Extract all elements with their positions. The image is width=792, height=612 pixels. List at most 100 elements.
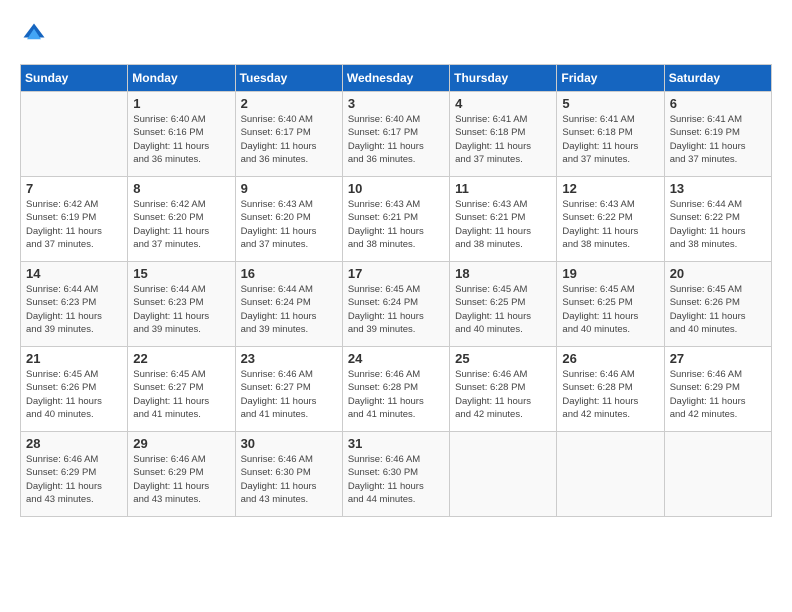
calendar-cell: 28 Sunrise: 6:46 AMSunset: 6:29 PMDayligh…: [21, 432, 128, 517]
day-number: 2: [241, 96, 337, 111]
calendar-week-4: 21 Sunrise: 6:45 AMSunset: 6:26 PMDayligh…: [21, 347, 772, 432]
day-info: Sunrise: 6:44 AMSunset: 6:23 PMDaylight:…: [26, 283, 122, 336]
day-info: Sunrise: 6:42 AMSunset: 6:20 PMDaylight:…: [133, 198, 229, 251]
day-info: Sunrise: 6:46 AMSunset: 6:29 PMDaylight:…: [133, 453, 229, 506]
column-header-sunday: Sunday: [21, 65, 128, 92]
day-info: Sunrise: 6:46 AMSunset: 6:30 PMDaylight:…: [241, 453, 337, 506]
day-number: 19: [562, 266, 658, 281]
day-info: Sunrise: 6:43 AMSunset: 6:21 PMDaylight:…: [348, 198, 444, 251]
day-number: 25: [455, 351, 551, 366]
day-number: 13: [670, 181, 766, 196]
day-info: Sunrise: 6:46 AMSunset: 6:27 PMDaylight:…: [241, 368, 337, 421]
column-header-tuesday: Tuesday: [235, 65, 342, 92]
calendar-cell: 12 Sunrise: 6:43 AMSunset: 6:22 PMDayligh…: [557, 177, 664, 262]
column-header-wednesday: Wednesday: [342, 65, 449, 92]
day-number: 4: [455, 96, 551, 111]
calendar-cell: 31Sunrise: 6:46 AMSunset: 6:30 PMDayligh…: [342, 432, 449, 517]
calendar-cell: 10 Sunrise: 6:43 AMSunset: 6:21 PMDayligh…: [342, 177, 449, 262]
calendar-cell: [21, 92, 128, 177]
calendar-cell: 2 Sunrise: 6:40 AMSunset: 6:17 PMDaylight…: [235, 92, 342, 177]
calendar-cell: 5Sunrise: 6:41 AMSunset: 6:18 PMDaylight…: [557, 92, 664, 177]
calendar-cell: 11 Sunrise: 6:43 AMSunset: 6:21 PMDayligh…: [450, 177, 557, 262]
day-number: 12: [562, 181, 658, 196]
day-info: Sunrise: 6:46 AMSunset: 6:28 PMDaylight:…: [455, 368, 551, 421]
calendar-cell: 4 Sunrise: 6:41 AMSunset: 6:18 PMDaylight…: [450, 92, 557, 177]
page-header: [20, 20, 772, 48]
calendar-cell: 21 Sunrise: 6:45 AMSunset: 6:26 PMDayligh…: [21, 347, 128, 432]
calendar-cell: 13 Sunrise: 6:44 AMSunset: 6:22 PMDayligh…: [664, 177, 771, 262]
logo: [20, 20, 52, 48]
day-info: Sunrise: 6:44 AMSunset: 6:22 PMDaylight:…: [670, 198, 766, 251]
calendar-cell: 24Sunrise: 6:46 AMSunset: 6:28 PMDayligh…: [342, 347, 449, 432]
calendar-cell: 17 Sunrise: 6:45 AMSunset: 6:24 PMDayligh…: [342, 262, 449, 347]
calendar-cell: 19 Sunrise: 6:45 AMSunset: 6:25 PMDayligh…: [557, 262, 664, 347]
day-info: Sunrise: 6:45 AMSunset: 6:25 PMDaylight:…: [562, 283, 658, 336]
column-header-monday: Monday: [128, 65, 235, 92]
calendar-week-3: 14 Sunrise: 6:44 AMSunset: 6:23 PMDayligh…: [21, 262, 772, 347]
day-info: Sunrise: 6:40 AMSunset: 6:16 PMDaylight:…: [133, 113, 229, 166]
calendar-cell: 14 Sunrise: 6:44 AMSunset: 6:23 PMDayligh…: [21, 262, 128, 347]
day-number: 26: [562, 351, 658, 366]
day-info: Sunrise: 6:45 AMSunset: 6:24 PMDaylight:…: [348, 283, 444, 336]
calendar-cell: 1 Sunrise: 6:40 AMSunset: 6:16 PMDaylight…: [128, 92, 235, 177]
day-number: 27: [670, 351, 766, 366]
day-number: 9: [241, 181, 337, 196]
day-info: Sunrise: 6:41 AMSunset: 6:18 PMDaylight:…: [455, 113, 551, 166]
day-info: Sunrise: 6:44 AMSunset: 6:24 PMDaylight:…: [241, 283, 337, 336]
day-number: 11: [455, 181, 551, 196]
day-number: 16: [241, 266, 337, 281]
calendar-cell: 6 Sunrise: 6:41 AMSunset: 6:19 PMDaylight…: [664, 92, 771, 177]
day-info: Sunrise: 6:45 AMSunset: 6:26 PMDaylight:…: [26, 368, 122, 421]
calendar-cell: 22 Sunrise: 6:45 AMSunset: 6:27 PMDayligh…: [128, 347, 235, 432]
day-number: 1: [133, 96, 229, 111]
day-info: Sunrise: 6:40 AMSunset: 6:17 PMDaylight:…: [348, 113, 444, 166]
calendar-cell: [557, 432, 664, 517]
day-info: Sunrise: 6:46 AMSunset: 6:28 PMDaylight:…: [348, 368, 444, 421]
day-number: 10: [348, 181, 444, 196]
day-number: 6: [670, 96, 766, 111]
calendar-cell: 8 Sunrise: 6:42 AMSunset: 6:20 PMDaylight…: [128, 177, 235, 262]
day-number: 22: [133, 351, 229, 366]
day-number: 23: [241, 351, 337, 366]
day-number: 8: [133, 181, 229, 196]
day-info: Sunrise: 6:44 AMSunset: 6:23 PMDaylight:…: [133, 283, 229, 336]
column-header-thursday: Thursday: [450, 65, 557, 92]
day-number: 14: [26, 266, 122, 281]
day-info: Sunrise: 6:40 AMSunset: 6:17 PMDaylight:…: [241, 113, 337, 166]
calendar-week-1: 1 Sunrise: 6:40 AMSunset: 6:16 PMDaylight…: [21, 92, 772, 177]
day-number: 17: [348, 266, 444, 281]
day-info: Sunrise: 6:42 AMSunset: 6:19 PMDaylight:…: [26, 198, 122, 251]
day-number: 5: [562, 96, 658, 111]
calendar-header-row: SundayMondayTuesdayWednesdayThursdayFrid…: [21, 65, 772, 92]
calendar-cell: 9Sunrise: 6:43 AMSunset: 6:20 PMDaylight…: [235, 177, 342, 262]
day-info: Sunrise: 6:46 AMSunset: 6:29 PMDaylight:…: [670, 368, 766, 421]
day-info: Sunrise: 6:46 AMSunset: 6:30 PMDaylight:…: [348, 453, 444, 506]
day-number: 21: [26, 351, 122, 366]
day-number: 18: [455, 266, 551, 281]
day-info: Sunrise: 6:46 AMSunset: 6:29 PMDaylight:…: [26, 453, 122, 506]
calendar-week-5: 28 Sunrise: 6:46 AMSunset: 6:29 PMDayligh…: [21, 432, 772, 517]
day-number: 7: [26, 181, 122, 196]
day-info: Sunrise: 6:41 AMSunset: 6:19 PMDaylight:…: [670, 113, 766, 166]
calendar-cell: 26Sunrise: 6:46 AMSunset: 6:28 PMDayligh…: [557, 347, 664, 432]
column-header-saturday: Saturday: [664, 65, 771, 92]
calendar-cell: [450, 432, 557, 517]
day-number: 28: [26, 436, 122, 451]
day-info: Sunrise: 6:45 AMSunset: 6:27 PMDaylight:…: [133, 368, 229, 421]
day-number: 15: [133, 266, 229, 281]
calendar-cell: [664, 432, 771, 517]
day-info: Sunrise: 6:43 AMSunset: 6:22 PMDaylight:…: [562, 198, 658, 251]
calendar-cell: 20Sunrise: 6:45 AMSunset: 6:26 PMDayligh…: [664, 262, 771, 347]
logo-icon: [20, 20, 48, 48]
day-number: 30: [241, 436, 337, 451]
calendar-cell: 23 Sunrise: 6:46 AMSunset: 6:27 PMDayligh…: [235, 347, 342, 432]
calendar-cell: 30 Sunrise: 6:46 AMSunset: 6:30 PMDayligh…: [235, 432, 342, 517]
calendar-cell: 3 Sunrise: 6:40 AMSunset: 6:17 PMDaylight…: [342, 92, 449, 177]
calendar-week-2: 7 Sunrise: 6:42 AMSunset: 6:19 PMDaylight…: [21, 177, 772, 262]
day-number: 29: [133, 436, 229, 451]
day-number: 3: [348, 96, 444, 111]
calendar-cell: 18Sunrise: 6:45 AMSunset: 6:25 PMDayligh…: [450, 262, 557, 347]
day-info: Sunrise: 6:43 AMSunset: 6:21 PMDaylight:…: [455, 198, 551, 251]
calendar-cell: 25 Sunrise: 6:46 AMSunset: 6:28 PMDayligh…: [450, 347, 557, 432]
calendar-table: SundayMondayTuesdayWednesdayThursdayFrid…: [20, 64, 772, 517]
